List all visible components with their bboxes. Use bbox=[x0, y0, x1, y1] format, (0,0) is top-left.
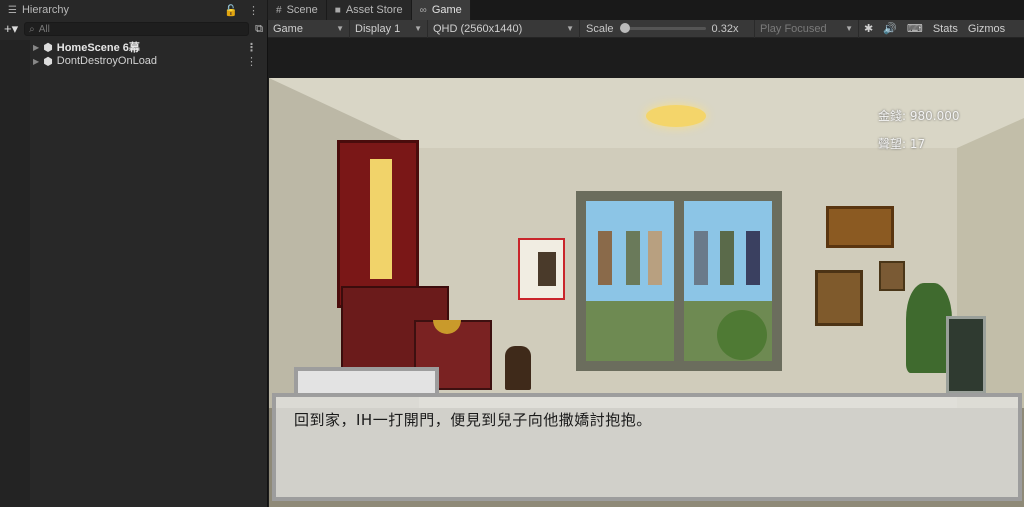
game-hud: 金錢: 980.000 聲望: 17 bbox=[878, 102, 959, 158]
expand-arrow-icon[interactable]: ▶ bbox=[33, 57, 39, 66]
display-label: Display 1 bbox=[355, 22, 401, 35]
grid-icon: # bbox=[276, 4, 282, 16]
chevron-down-icon: ▼ bbox=[566, 24, 574, 33]
dialog-text: 回到家，IH一打開門，便見到兒子向他撒嬌討抱抱。 bbox=[294, 411, 652, 429]
search-placeholder: All bbox=[38, 23, 50, 35]
resolution-label: QHD (2560x1440) bbox=[433, 22, 523, 35]
shopping-bag-icon: ■ bbox=[334, 4, 341, 16]
unity-scene-icon: ⬢ bbox=[43, 55, 53, 68]
speaker-name-box bbox=[294, 367, 439, 393]
money-readout: 金錢: 980.000 bbox=[878, 109, 960, 123]
small-portrait-frame bbox=[879, 261, 905, 291]
shrine-banner bbox=[337, 140, 419, 308]
character-sprite bbox=[505, 346, 531, 390]
view-mode-dropdown[interactable]: Game ▼ bbox=[268, 19, 350, 38]
kebab-menu-icon[interactable]: ⋮ bbox=[246, 55, 257, 68]
chevron-down-icon: ▼ bbox=[845, 24, 853, 33]
game-canvas[interactable]: 金錢: 980.000 聲望: 17 回到家，IH一打開門，便見到兒子向他撒嬌討… bbox=[269, 78, 1024, 507]
search-icon: ⌕ bbox=[29, 23, 35, 35]
scene-visibility-icon[interactable]: ⧉ bbox=[255, 23, 263, 36]
hierarchy-gutter bbox=[0, 40, 30, 507]
play-mode-dropdown[interactable]: Play Focused ▼ bbox=[755, 19, 859, 38]
lock-icon[interactable]: 🔓 bbox=[224, 4, 238, 17]
scale-slider-knob[interactable] bbox=[619, 23, 630, 33]
resolution-dropdown[interactable]: QHD (2560x1440) ▼ bbox=[428, 19, 580, 38]
gizmos-button[interactable]: Gizmos bbox=[963, 20, 1010, 38]
flower-painting-frame bbox=[815, 270, 863, 326]
stats-button[interactable]: Stats bbox=[928, 20, 963, 38]
scale-control: Scale 0.32x bbox=[580, 19, 755, 38]
hierarchy-item-label: HomeScene 6幕 bbox=[56, 42, 140, 54]
hierarchy-item-homescene[interactable]: ▶ ⬢ HomeScene 6幕 ⋮ bbox=[30, 40, 267, 55]
tab-asset-store-label: Asset Store bbox=[345, 4, 403, 16]
hierarchy-search-input[interactable]: ⌕ All bbox=[24, 22, 250, 36]
reputation-readout: 聲望: 17 bbox=[878, 137, 926, 151]
dialog-box[interactable]: 回到家，IH一打開門，便見到兒子向他撒嬌討抱抱。 bbox=[272, 393, 1022, 501]
kebab-menu-icon[interactable]: ⋮ bbox=[248, 4, 259, 17]
audio-icon[interactable]: 🔊 bbox=[878, 20, 902, 38]
tab-game[interactable]: ∞ Game bbox=[411, 0, 471, 20]
tv-monitor bbox=[946, 316, 986, 394]
list-icon: ☰ bbox=[8, 4, 17, 16]
expand-arrow-icon[interactable]: ▶ bbox=[33, 43, 39, 52]
tab-hierarchy[interactable]: ☰ Hierarchy 🔓 ⋮ bbox=[0, 0, 268, 20]
gamepad-icon: ∞ bbox=[419, 4, 427, 16]
keyboard-icon[interactable]: ⌨ bbox=[902, 20, 928, 38]
unity-scene-icon: ⬢ bbox=[43, 41, 53, 54]
wall-poster bbox=[518, 238, 565, 300]
scale-value: 0.32x bbox=[711, 22, 739, 35]
hierarchy-list: ▶ ⬢ HomeScene 6幕 ⋮ ▶ ⬢ DontDestroyOnLoad… bbox=[30, 40, 267, 507]
game-toolbar: Game ▼ Display 1 ▼ QHD (2560x1440) ▼ Sca… bbox=[268, 19, 1024, 38]
hierarchy-item-label: DontDestroyOnLoad bbox=[56, 55, 158, 67]
tab-scene[interactable]: # Scene bbox=[268, 0, 327, 20]
add-object-button[interactable]: +▾ bbox=[4, 21, 18, 37]
hierarchy-item-dontdestroyonload[interactable]: ▶ ⬢ DontDestroyOnLoad ⋮ bbox=[30, 54, 267, 68]
display-dropdown[interactable]: Display 1 ▼ bbox=[350, 19, 428, 38]
editor-tab-bar: ☰ Hierarchy 🔓 ⋮ # Scene ■ Asset Store ∞ … bbox=[0, 0, 1024, 20]
tab-asset-store[interactable]: ■ Asset Store bbox=[326, 0, 412, 20]
kebab-menu-icon[interactable]: ⋮ bbox=[246, 41, 257, 54]
tab-scene-label: Scene bbox=[286, 4, 318, 16]
family-photo-frame bbox=[826, 206, 894, 248]
bug-icon[interactable]: ✱ bbox=[859, 20, 878, 38]
tab-hierarchy-label: Hierarchy bbox=[21, 4, 70, 16]
unity-editor: ☰ Hierarchy 🔓 ⋮ # Scene ■ Asset Store ∞ … bbox=[0, 0, 1024, 507]
play-mode-label: Play Focused bbox=[760, 22, 827, 35]
view-mode-label: Game bbox=[273, 22, 303, 35]
hierarchy-panel: +▾ ⌕ All ⧉ ▶ ⬢ HomeScene 6幕 ⋮ ▶ ⬢ DontDe… bbox=[0, 20, 268, 507]
chevron-down-icon: ▼ bbox=[414, 24, 422, 33]
chevron-down-icon: ▼ bbox=[336, 24, 344, 33]
potted-plant bbox=[717, 310, 767, 360]
scale-slider[interactable] bbox=[619, 23, 706, 33]
hierarchy-toolbar: +▾ ⌕ All ⧉ bbox=[0, 20, 267, 38]
ceiling-lamp bbox=[646, 105, 706, 127]
hierarchy-body: ▶ ⬢ HomeScene 6幕 ⋮ ▶ ⬢ DontDestroyOnLoad… bbox=[0, 40, 267, 507]
game-view-panel: Game ▼ Display 1 ▼ QHD (2560x1440) ▼ Sca… bbox=[268, 19, 1024, 507]
tab-game-label: Game bbox=[431, 4, 462, 16]
scale-label: Scale bbox=[586, 22, 614, 35]
